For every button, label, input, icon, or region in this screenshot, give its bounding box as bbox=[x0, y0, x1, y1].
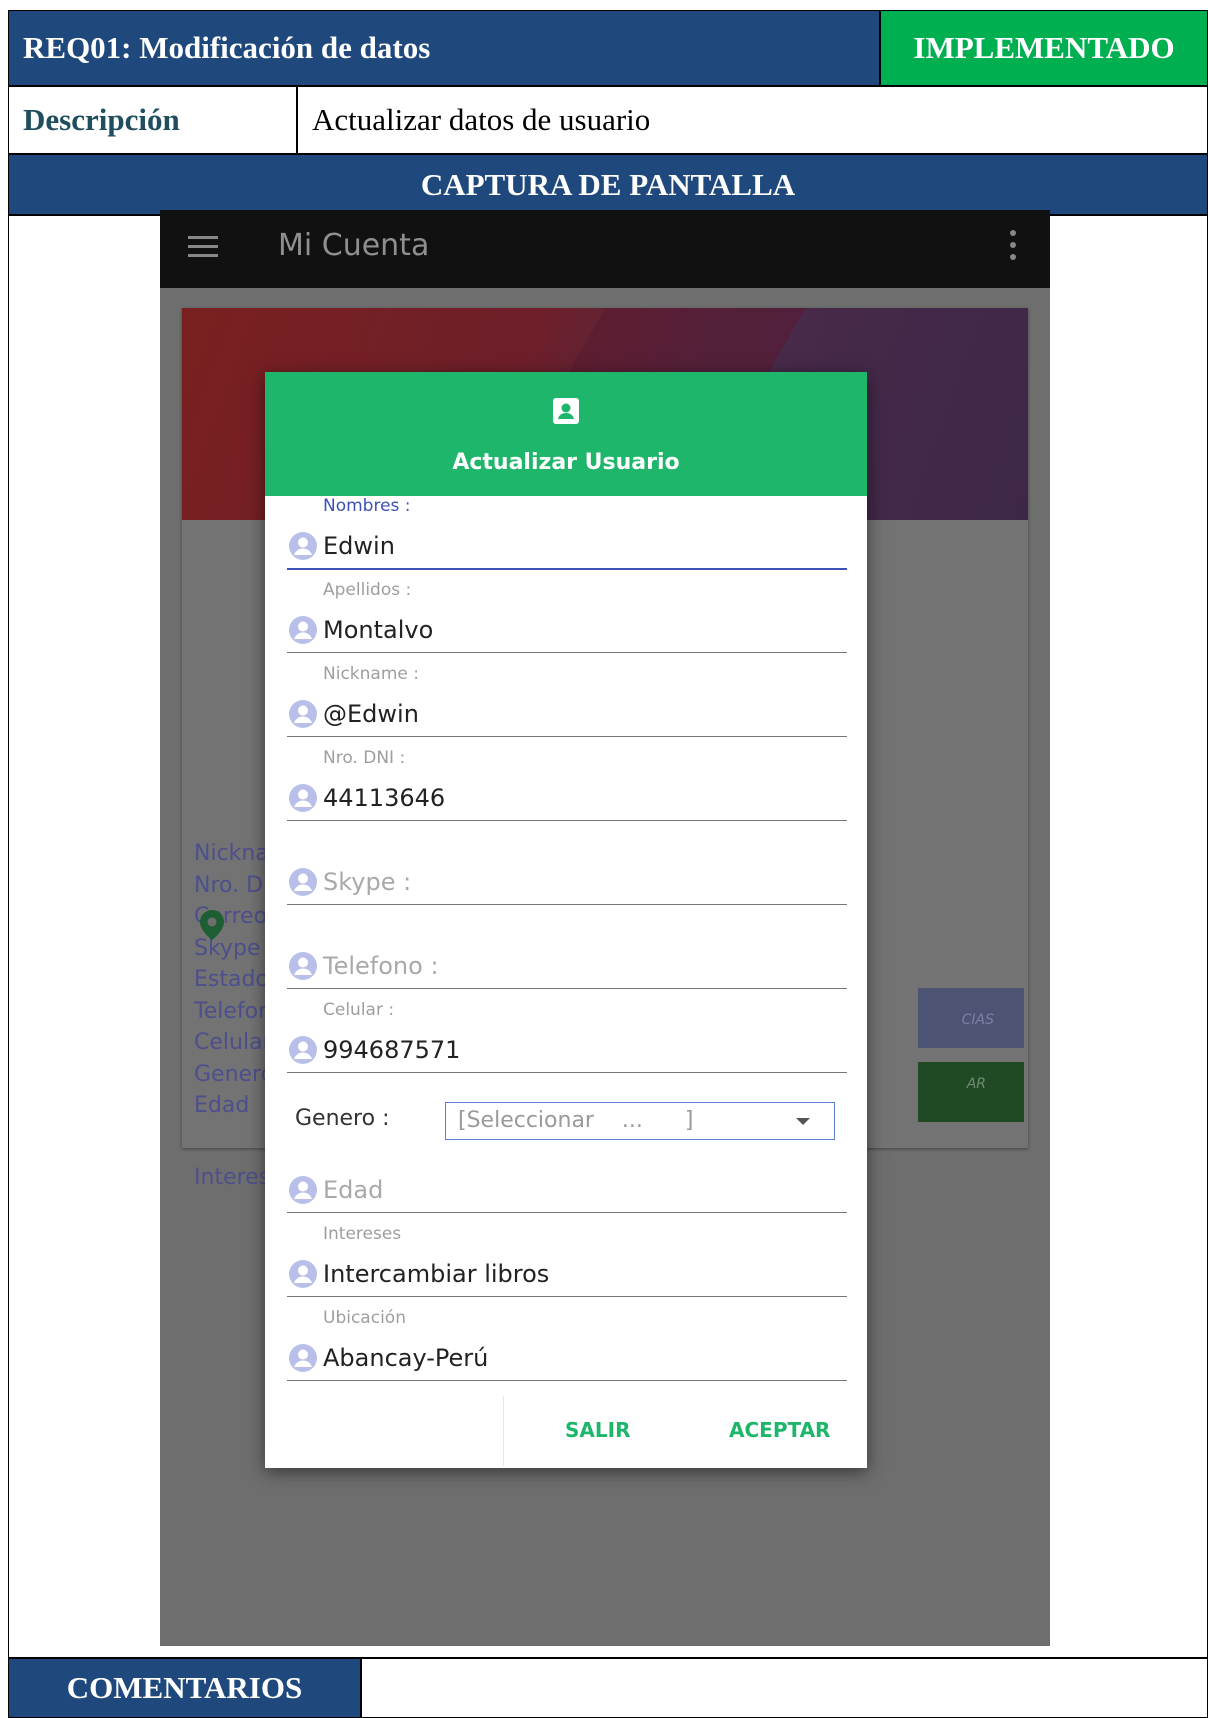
dialog-title: Actualizar Usuario bbox=[452, 450, 680, 475]
dialog-header: Actualizar Usuario bbox=[265, 372, 867, 496]
dropdown-caret-icon bbox=[796, 1118, 810, 1125]
age-field[interactable]: Edad bbox=[287, 1140, 847, 1216]
first-name-input[interactable]: Edwin bbox=[323, 532, 395, 560]
field-underline bbox=[287, 1212, 847, 1213]
dni-input[interactable]: 44113646 bbox=[323, 784, 445, 812]
location-field[interactable]: Ubicación Abancay-Perú bbox=[287, 1308, 847, 1384]
interests-input[interactable]: Intercambiar libros bbox=[323, 1260, 549, 1288]
nickname-input[interactable]: @Edwin bbox=[323, 700, 419, 728]
comments-value bbox=[361, 1658, 1208, 1718]
mobile-field[interactable]: Celular : 994687571 bbox=[287, 1000, 847, 1076]
nickname-label: Nickname : bbox=[323, 664, 419, 684]
capture-header: CAPTURA DE PANTALLA bbox=[8, 154, 1208, 215]
contact-card-icon bbox=[553, 398, 579, 424]
person-icon bbox=[289, 700, 317, 728]
comments-header: COMENTARIOS bbox=[8, 1658, 361, 1718]
interests-field[interactable]: Intereses Intercambiar libros bbox=[287, 1224, 847, 1300]
field-underline bbox=[287, 1072, 847, 1073]
app-bar: Mi Cuenta bbox=[160, 210, 1050, 288]
field-underline bbox=[287, 1296, 847, 1297]
accept-button[interactable]: ACEPTAR bbox=[729, 1418, 830, 1442]
first-name-field[interactable]: Nombres : Edwin bbox=[287, 496, 847, 572]
mobile-input[interactable]: 994687571 bbox=[323, 1036, 460, 1064]
interests-label: Intereses bbox=[323, 1224, 402, 1244]
app-title: Mi Cuenta bbox=[278, 228, 430, 263]
dni-label: Nro. DNI : bbox=[323, 748, 406, 768]
person-icon bbox=[289, 1036, 317, 1064]
app-screenshot: Mi Cuenta Nicknar Nro. DN Correo : Skype… bbox=[160, 210, 1050, 1646]
description-value: Actualizar datos de usuario bbox=[297, 86, 1208, 154]
skype-field[interactable]: Skype : bbox=[287, 832, 847, 908]
phone-field[interactable]: Telefono : bbox=[287, 916, 847, 992]
description-label: Descripción bbox=[8, 86, 297, 154]
person-icon bbox=[289, 952, 317, 980]
background-button: CIAS bbox=[918, 988, 1024, 1048]
field-underline bbox=[287, 736, 847, 737]
field-underline bbox=[287, 988, 847, 989]
person-icon bbox=[289, 1260, 317, 1288]
person-icon bbox=[289, 784, 317, 812]
first-name-label: Nombres : bbox=[323, 496, 411, 516]
dni-field[interactable]: Nro. DNI : 44113646 bbox=[287, 748, 847, 824]
gender-select-value: [Seleccionar ... ] bbox=[458, 1108, 694, 1133]
exit-button[interactable]: SALIR bbox=[565, 1418, 630, 1442]
person-icon bbox=[289, 1344, 317, 1372]
background-button: AR bbox=[918, 1062, 1024, 1122]
mobile-label: Celular : bbox=[323, 1000, 395, 1020]
location-input[interactable]: Abancay-Perú bbox=[323, 1344, 488, 1372]
button-divider bbox=[503, 1396, 504, 1466]
requirement-title: REQ01: Modificación de datos bbox=[8, 10, 880, 86]
person-icon bbox=[289, 1176, 317, 1204]
phone-input[interactable]: Telefono : bbox=[323, 952, 439, 980]
person-icon bbox=[289, 868, 317, 896]
nickname-field[interactable]: Nickname : @Edwin bbox=[287, 664, 847, 740]
field-underline bbox=[287, 904, 847, 905]
last-name-field[interactable]: Apellidos : Montalvo bbox=[287, 580, 847, 656]
menu-icon[interactable] bbox=[188, 236, 218, 258]
overflow-menu-icon[interactable] bbox=[1010, 230, 1018, 264]
field-underline bbox=[287, 820, 847, 821]
field-underline bbox=[287, 568, 847, 570]
age-input[interactable]: Edad bbox=[323, 1176, 383, 1204]
skype-input[interactable]: Skype : bbox=[323, 868, 411, 896]
update-user-dialog: Actualizar Usuario Nombres : Edwin Apell… bbox=[265, 372, 867, 1468]
last-name-input[interactable]: Montalvo bbox=[323, 616, 433, 644]
last-name-label: Apellidos : bbox=[323, 580, 412, 600]
person-icon bbox=[289, 532, 317, 560]
location-label: Ubicación bbox=[323, 1308, 406, 1328]
gender-label: Genero : bbox=[295, 1106, 390, 1131]
field-underline bbox=[287, 652, 847, 653]
gender-select[interactable]: [Seleccionar ... ] bbox=[445, 1102, 835, 1140]
person-icon bbox=[289, 616, 317, 644]
status-badge: IMPLEMENTADO bbox=[880, 10, 1208, 86]
location-pin-icon bbox=[200, 910, 224, 940]
field-underline bbox=[287, 1380, 847, 1381]
